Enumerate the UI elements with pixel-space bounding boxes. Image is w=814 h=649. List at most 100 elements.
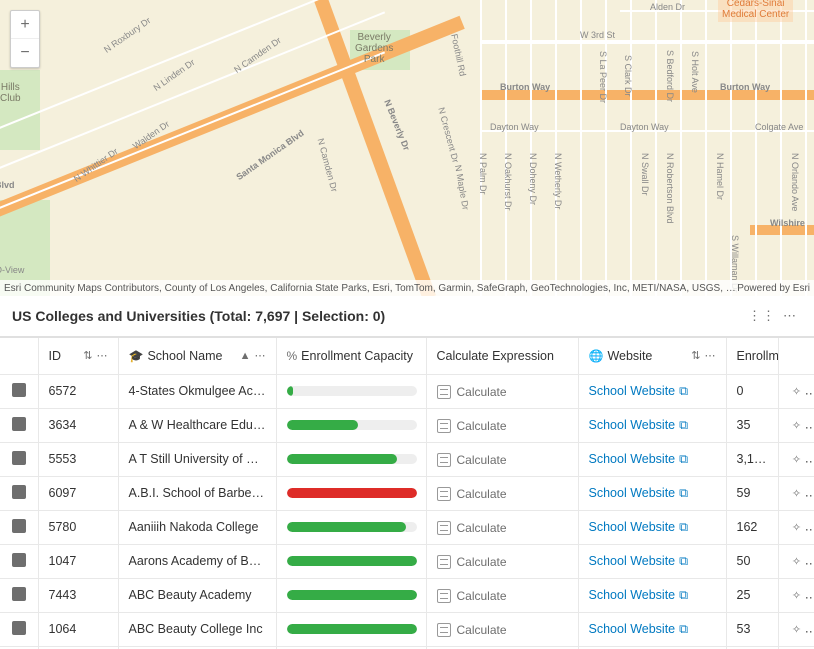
zoom-out-button[interactable]: − xyxy=(11,39,39,67)
cell-capacity xyxy=(276,374,426,408)
cell-capacity xyxy=(276,612,426,646)
column-menu-icon[interactable]: ⋯ xyxy=(255,349,266,362)
website-link[interactable]: School Website⧉ xyxy=(589,554,689,568)
row-select-checkbox[interactable] xyxy=(12,553,26,567)
zoom-to-row-icon[interactable]: ✧ xyxy=(789,519,805,535)
sort-icon[interactable]: ⇅ xyxy=(83,349,92,362)
external-link-icon: ⧉ xyxy=(679,452,688,467)
website-link[interactable]: School Website⧉ xyxy=(589,622,689,636)
label-alden: Alden Dr xyxy=(650,2,685,12)
column-menu-icon[interactable]: ⋯ xyxy=(97,349,108,362)
label-orlando: N Orlando Ave xyxy=(790,153,800,211)
external-link-icon: ⧉ xyxy=(679,486,688,501)
calculator-icon xyxy=(437,487,451,501)
label-foothill: Foothill Rd xyxy=(449,33,468,77)
table-row[interactable]: 5780Aaniiih Nakoda CollegeCalculateSchoo… xyxy=(0,510,814,544)
header-enrollment[interactable]: Enrollm xyxy=(726,338,778,374)
table-row[interactable]: 1047Aarons Academy of Beauty Calculate Sch… xyxy=(0,544,814,578)
calculate-button[interactable]: Calculate xyxy=(437,555,507,569)
label-oview: O-View xyxy=(0,265,24,275)
road-v12 xyxy=(755,0,757,296)
label-wilshire: Wilshire xyxy=(770,218,805,228)
table-container[interactable]: ID⇅⋯ 🎓School Name▲⋯ %Enrollment Capacity… xyxy=(0,337,814,649)
calculator-icon xyxy=(437,555,451,569)
calculate-button[interactable]: Calculate xyxy=(437,487,507,501)
calculate-button[interactable]: Calculate xyxy=(437,521,507,535)
table-menu-icon[interactable]: ⋯ xyxy=(778,304,802,328)
cell-id: 1064 xyxy=(38,612,118,646)
road-v14 xyxy=(805,0,807,296)
map-canvas[interactable]: Santa Monica Blvd N Beverly Dr Burton Wa… xyxy=(0,0,814,296)
row-select-checkbox[interactable] xyxy=(12,519,26,533)
powered-by: Powered by Esri xyxy=(737,283,810,294)
zoom-to-row-icon[interactable]: ✧ xyxy=(789,451,805,467)
row-select-checkbox[interactable] xyxy=(12,451,26,465)
zoom-to-row-icon[interactable]: ✧ xyxy=(789,621,805,637)
zoom-to-row-icon[interactable]: ✧ xyxy=(789,587,805,603)
cell-school-name: Aarons Academy of Beauty xyxy=(118,544,276,578)
cell-id: 6572 xyxy=(38,374,118,408)
calculate-button[interactable]: Calculate xyxy=(437,385,507,399)
header-enrollment-capacity[interactable]: %Enrollment Capacity xyxy=(276,338,426,374)
road-v1 xyxy=(480,0,482,296)
row-select-checkbox[interactable] xyxy=(12,621,26,635)
calculate-button[interactable]: Calculate xyxy=(437,453,507,467)
sort-asc-icon[interactable]: ▲ xyxy=(240,350,251,362)
table-row[interactable]: 5553A T Still University of Healt…Calcul… xyxy=(0,442,814,476)
zoom-to-row-icon[interactable]: ✧ xyxy=(789,417,805,433)
calculate-button[interactable]: Calculate xyxy=(437,623,507,637)
row-select-checkbox[interactable] xyxy=(12,587,26,601)
header-school-name[interactable]: 🎓School Name▲⋯ xyxy=(118,338,276,374)
table-row[interactable]: 1064ABC Beauty College IncCalculateSchoo… xyxy=(0,612,814,646)
columns-toggle-icon[interactable]: ⋮⋮ xyxy=(750,304,774,328)
row-select-checkbox[interactable] xyxy=(12,417,26,431)
map-panel[interactable]: Santa Monica Blvd N Beverly Dr Burton Wa… xyxy=(0,0,814,296)
label-roxbury: N Roxbury Dr xyxy=(102,15,152,54)
header-id[interactable]: ID⇅⋯ xyxy=(38,338,118,374)
zoom-to-row-icon[interactable]: ✧ xyxy=(789,485,805,501)
header-website[interactable]: 🌐Website⇅⋯ xyxy=(578,338,726,374)
website-link[interactable]: School Website⧉ xyxy=(589,520,689,534)
label-robertson: N Robertson Blvd xyxy=(665,153,675,224)
website-link[interactable]: School Website⧉ xyxy=(589,384,689,398)
cell-id: 1047 xyxy=(38,544,118,578)
poi-park: Beverly Gardens Park xyxy=(355,32,393,65)
cell-enrollment: 50 xyxy=(726,544,778,578)
row-select-checkbox[interactable] xyxy=(12,383,26,397)
poi-club: Hills Club xyxy=(0,82,21,104)
row-select-checkbox[interactable] xyxy=(12,485,26,499)
sort-icon[interactable]: ⇅ xyxy=(691,349,700,362)
cell-school-name: A & W Healthcare Educators xyxy=(118,408,276,442)
table-row[interactable]: 3634A & W Healthcare EducatorsCalculateS… xyxy=(0,408,814,442)
label-blvd: Blvd xyxy=(0,180,15,190)
column-menu-icon[interactable]: ⋯ xyxy=(705,349,716,362)
calculate-button[interactable]: Calculate xyxy=(437,419,507,433)
attribution-text: Esri Community Maps Contributors, County… xyxy=(4,283,737,294)
header-calculate-expression[interactable]: Calculate Expression xyxy=(426,338,578,374)
cell-enrollment: 0 xyxy=(726,374,778,408)
globe-icon: 🌐 xyxy=(589,349,604,363)
cell-id: 6097 xyxy=(38,476,118,510)
road-v2 xyxy=(505,0,507,296)
table-row[interactable]: 6097A.B.I. School of Barbering …Calculat… xyxy=(0,476,814,510)
calculator-icon xyxy=(437,589,451,603)
zoom-in-button[interactable]: + xyxy=(11,11,39,39)
school-icon: 🎓 xyxy=(129,349,144,363)
label-maple: N Maple Dr xyxy=(453,164,471,211)
website-link[interactable]: School Website⧉ xyxy=(589,452,689,466)
table-row[interactable]: 7443ABC Beauty AcademyCalculateSchool We… xyxy=(0,578,814,612)
header-actions xyxy=(778,338,814,374)
zoom-to-row-icon[interactable]: ✧ xyxy=(789,383,805,399)
cell-capacity xyxy=(276,442,426,476)
label-colgate: Colgate Ave xyxy=(755,122,803,132)
table-row[interactable]: 65724-States Okmulgee Acade…CalculateSch… xyxy=(0,374,814,408)
zoom-to-row-icon[interactable]: ✧ xyxy=(789,553,805,569)
cell-capacity xyxy=(276,476,426,510)
calculate-button[interactable]: Calculate xyxy=(437,589,507,603)
poi-medical: Cedars-Sinai Medical Center xyxy=(718,0,793,22)
website-link[interactable]: School Website⧉ xyxy=(589,588,689,602)
header-row: ID⇅⋯ 🎓School Name▲⋯ %Enrollment Capacity… xyxy=(0,338,814,374)
website-link[interactable]: School Website⧉ xyxy=(589,418,689,432)
website-link[interactable]: School Website⧉ xyxy=(589,486,689,500)
table-title: US Colleges and Universities (Total: 7,6… xyxy=(12,308,746,324)
